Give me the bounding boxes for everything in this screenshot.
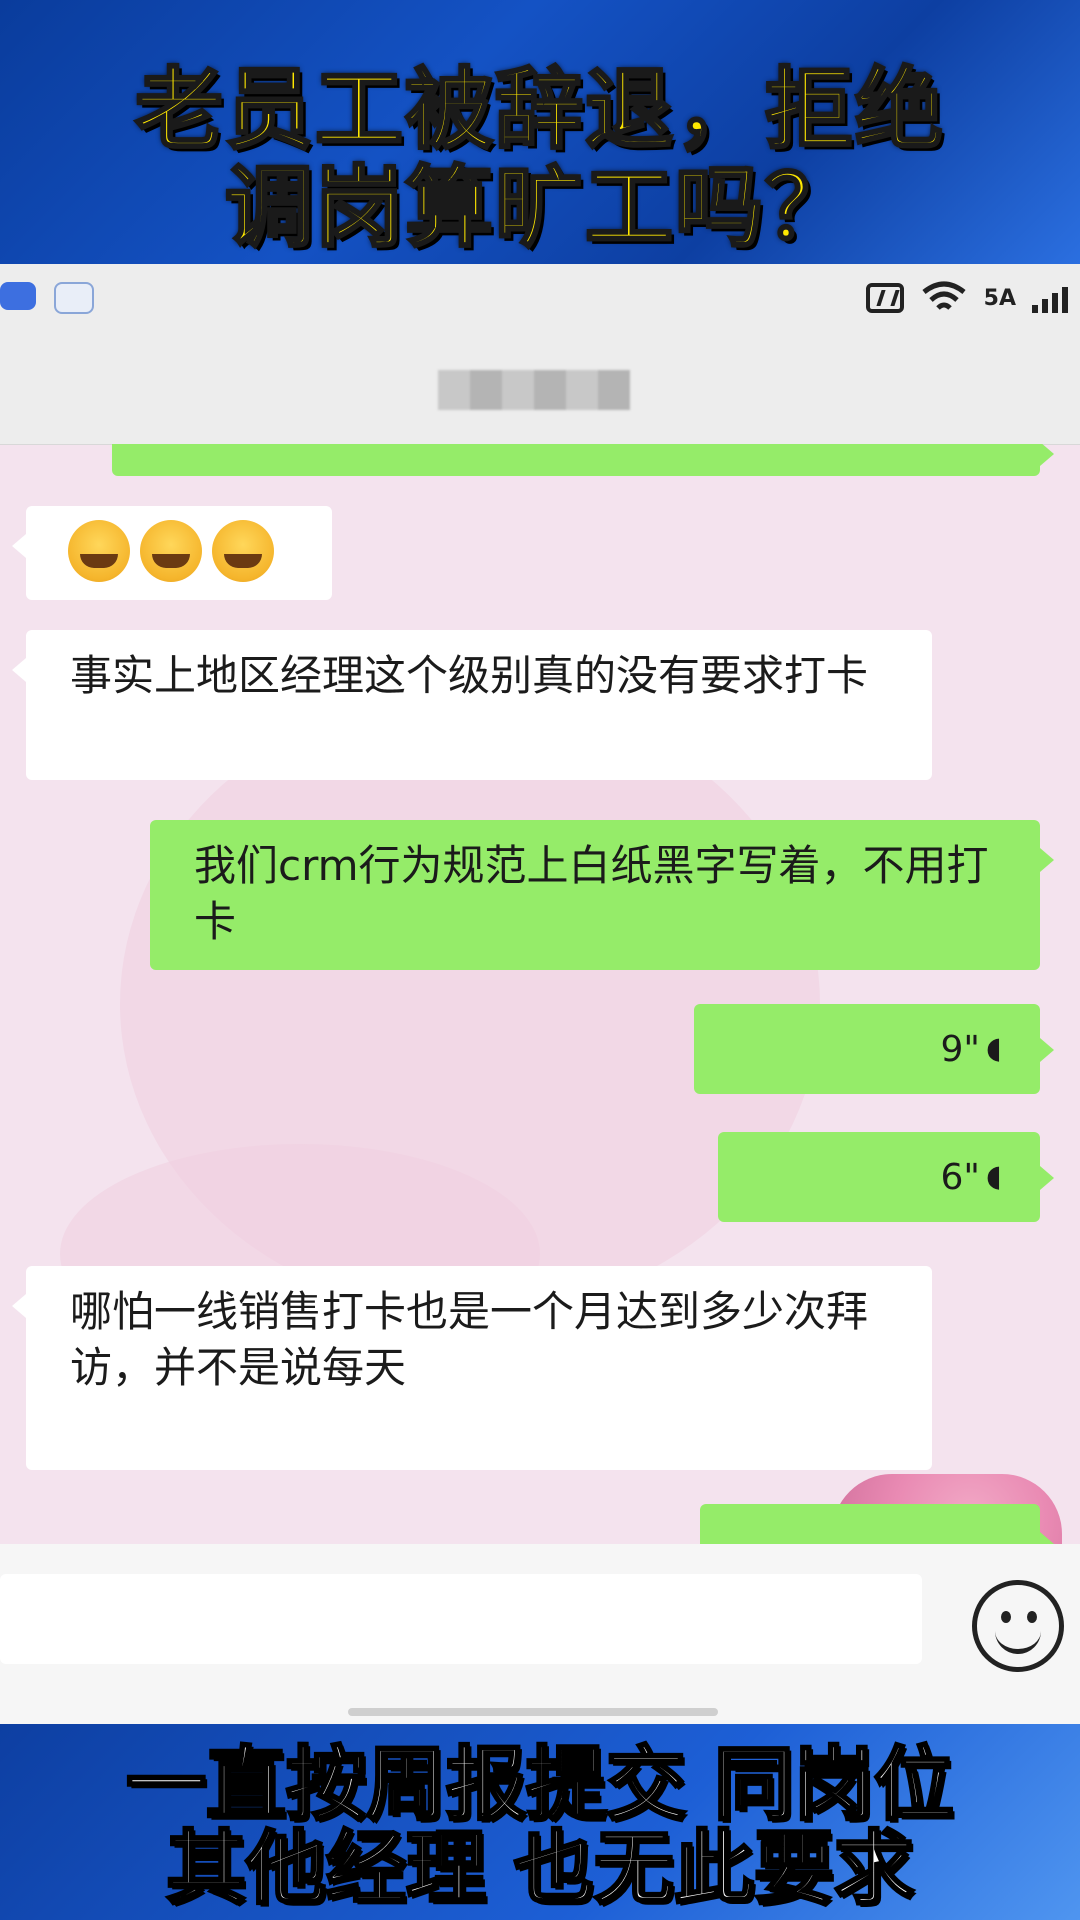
title-line-2: 调岗算旷工吗？ xyxy=(223,156,855,259)
wifi-icon xyxy=(922,281,966,310)
voice-wave-icon: ◖ xyxy=(986,1159,1002,1194)
status-bar: 5A xyxy=(0,264,1080,334)
voice-duration: 9" xyxy=(940,1028,980,1070)
home-indicator[interactable] xyxy=(348,1708,718,1716)
chat-header: ██████ xyxy=(0,334,1080,445)
contact-name-blurred[interactable]: ██████ xyxy=(438,370,630,410)
nfc-icon xyxy=(865,283,904,313)
app-notification-icon xyxy=(54,282,94,314)
chat-input-bar xyxy=(0,1544,1080,1724)
message-bubble-outgoing-partial[interactable] xyxy=(112,444,1054,476)
subtitle-line-1: 一直按周报提交 同岗位 xyxy=(125,1738,956,1831)
message-bubble-incoming[interactable]: 事实上地区经理这个级别真的没有要求打卡 xyxy=(12,630,932,780)
voice-wave-icon: ◖ xyxy=(986,1031,1002,1066)
message-input[interactable] xyxy=(0,1574,922,1664)
status-icons: 5A xyxy=(865,278,1072,318)
subtitle-line-2: 其他经理 也无此要求 xyxy=(165,1822,916,1915)
message-bubble-incoming[interactable]: 哪怕一线销售打卡也是一个月达到多少次拜访，并不是说每天 xyxy=(12,1266,932,1470)
facepalm-laugh-emoji xyxy=(212,520,274,582)
voice-duration: 6" xyxy=(940,1156,980,1198)
title-line-1: 老员工被辞退，拒绝 xyxy=(133,58,945,161)
voice-message-outgoing[interactable]: 6" ◖ xyxy=(718,1132,1054,1222)
signal-icon xyxy=(1032,287,1068,313)
phone-screen: 5A ██████ 事实上地区经理这个级别真的没有要求打卡 我们crm行为规范上… xyxy=(0,264,1080,1724)
message-bubble-outgoing-partial[interactable] xyxy=(700,1504,1054,1544)
message-bubble-outgoing[interactable]: 我们crm行为规范上白纸黑字写着，不用打卡 xyxy=(150,820,1054,970)
network-label: 5A xyxy=(983,285,1016,311)
facepalm-laugh-emoji xyxy=(140,520,202,582)
smiley-icon[interactable] xyxy=(972,1580,1064,1672)
facepalm-laugh-emoji xyxy=(68,520,130,582)
app-notification-icon xyxy=(0,282,36,310)
chat-message-list[interactable]: 事实上地区经理这个级别真的没有要求打卡 我们crm行为规范上白纸黑字写着，不用打… xyxy=(0,444,1080,1544)
voice-message-outgoing[interactable]: 9" ◖ xyxy=(694,1004,1054,1094)
message-bubble-incoming[interactable] xyxy=(12,506,332,600)
